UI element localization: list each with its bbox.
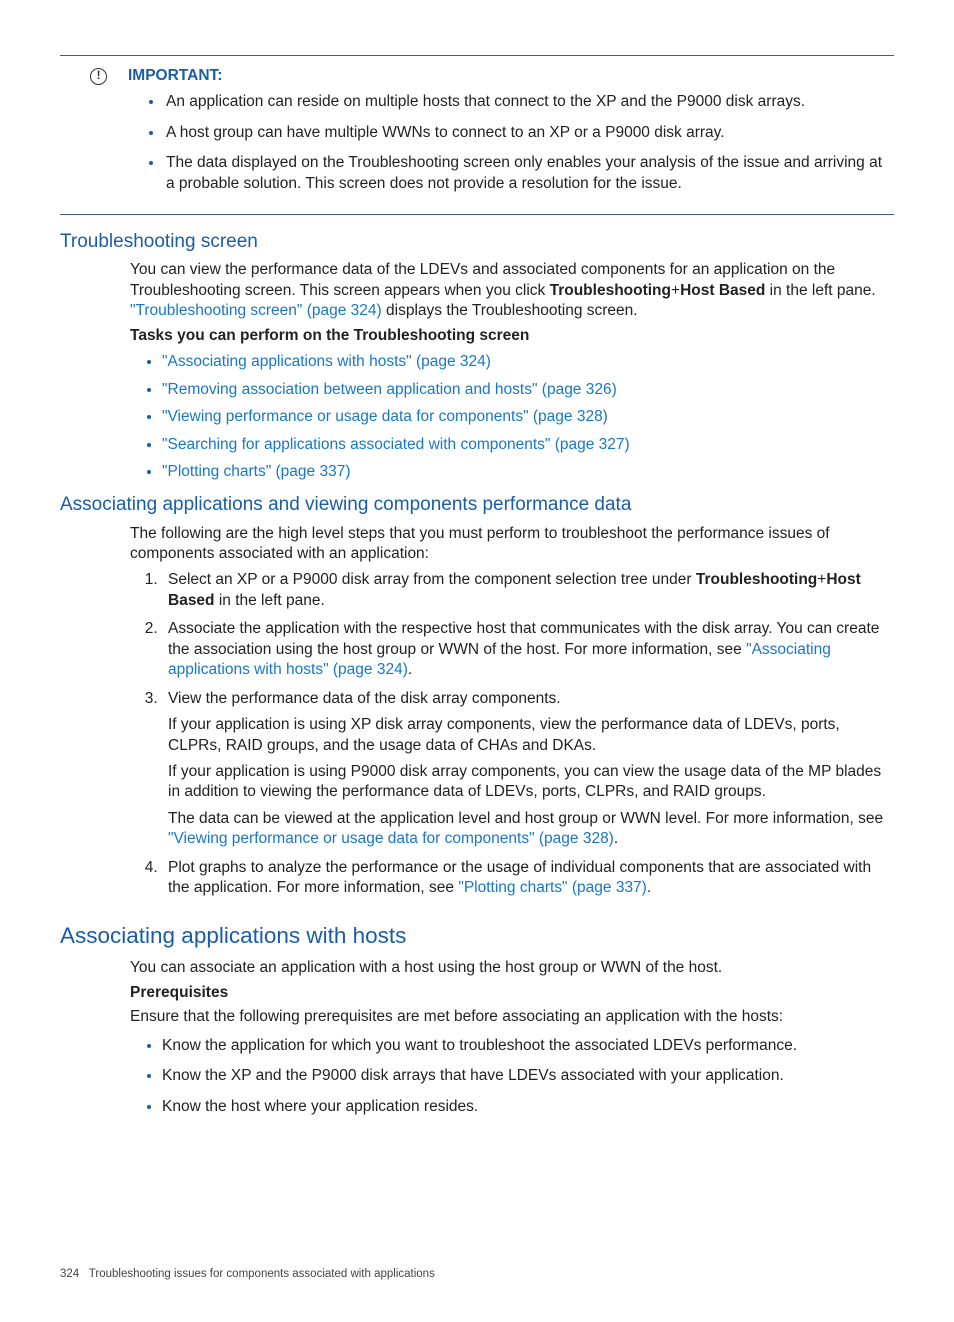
text: + (817, 571, 826, 588)
link-plotting-charts[interactable]: "Plotting charts" (page 337) (162, 463, 351, 480)
text: displays the Troubleshooting screen. (382, 302, 638, 319)
step-item: Select an XP or a P9000 disk array from … (162, 570, 894, 611)
tasks-heading: Tasks you can perform on the Troubleshoo… (130, 326, 894, 346)
list-item: "Associating applications with hosts" (p… (162, 352, 894, 372)
important-icon: ! (90, 68, 107, 85)
list-item: Know the host where your application res… (162, 1097, 894, 1117)
prerequisites-heading: Prerequisites (130, 983, 894, 1003)
text: . (647, 879, 651, 896)
step-item: Plot graphs to analyze the performance o… (162, 858, 894, 899)
link-troubleshooting-screen[interactable]: "Troubleshooting screen" (page 324) (130, 302, 382, 319)
list-item: The data displayed on the Troubleshootin… (164, 153, 894, 194)
list-item: "Removing association between applicatio… (162, 380, 894, 400)
link-searching-apps[interactable]: "Searching for applications associated w… (162, 436, 630, 453)
text-bold: Troubleshooting (550, 282, 671, 299)
list-item: Know the XP and the P9000 disk arrays th… (162, 1066, 894, 1086)
list-item: An application can reside on multiple ho… (164, 92, 894, 112)
important-label: IMPORTANT: (128, 67, 222, 84)
paragraph: The following are the high level steps t… (130, 524, 894, 565)
prerequisites-list: Know the application for which you want … (162, 1036, 894, 1117)
section-heading-associating-hosts: Associating applications with hosts (60, 921, 894, 951)
text: The data can be viewed at the applicatio… (168, 810, 883, 827)
link-associating-apps[interactable]: "Associating applications with hosts" (p… (162, 353, 491, 370)
step-item: Associate the application with the respe… (162, 619, 894, 680)
paragraph: The data can be viewed at the applicatio… (168, 809, 894, 850)
list-item: "Searching for applications associated w… (162, 435, 894, 455)
important-callout: ! IMPORTANT: An application can reside o… (60, 55, 894, 215)
text-bold: Host Based (680, 282, 765, 299)
text: View the performance data of the disk ar… (168, 690, 561, 707)
list-item: Know the application for which you want … (162, 1036, 894, 1056)
page-footer: 324 Troubleshooting issues for component… (60, 1267, 894, 1282)
text: in the left pane. (215, 592, 325, 609)
important-list: An application can reside on multiple ho… (164, 92, 894, 194)
step-item: View the performance data of the disk ar… (162, 689, 894, 850)
section-heading-troubleshooting-screen: Troubleshooting screen (60, 229, 894, 254)
list-item: "Plotting charts" (page 337) (162, 462, 894, 482)
link-viewing-performance[interactable]: "Viewing performance or usage data for c… (162, 408, 608, 425)
page-number: 324 (60, 1268, 79, 1280)
list-item: "Viewing performance or usage data for c… (162, 407, 894, 427)
link-plotting-charts[interactable]: "Plotting charts" (page 337) (458, 879, 647, 896)
section-heading-associating-viewing: Associating applications and viewing com… (60, 492, 894, 517)
text: . (614, 830, 618, 847)
paragraph: You can view the performance data of the… (130, 260, 894, 321)
task-link-list: "Associating applications with hosts" (p… (162, 352, 894, 482)
list-item: A host group can have multiple WWNs to c… (164, 123, 894, 143)
text: Select an XP or a P9000 disk array from … (168, 571, 696, 588)
paragraph: Ensure that the following prerequisites … (130, 1007, 894, 1027)
text: + (671, 282, 680, 299)
link-viewing-performance[interactable]: "Viewing performance or usage data for c… (168, 830, 614, 847)
footer-title: Troubleshooting issues for components as… (89, 1268, 435, 1280)
text-bold: Troubleshooting (696, 571, 817, 588)
steps-list: Select an XP or a P9000 disk array from … (144, 570, 894, 898)
paragraph: If your application is using XP disk arr… (168, 715, 894, 756)
paragraph: If your application is using P9000 disk … (168, 762, 894, 803)
link-removing-association[interactable]: "Removing association between applicatio… (162, 381, 617, 398)
text: . (408, 661, 412, 678)
paragraph: You can associate an application with a … (130, 958, 894, 978)
text: in the left pane. (765, 282, 875, 299)
